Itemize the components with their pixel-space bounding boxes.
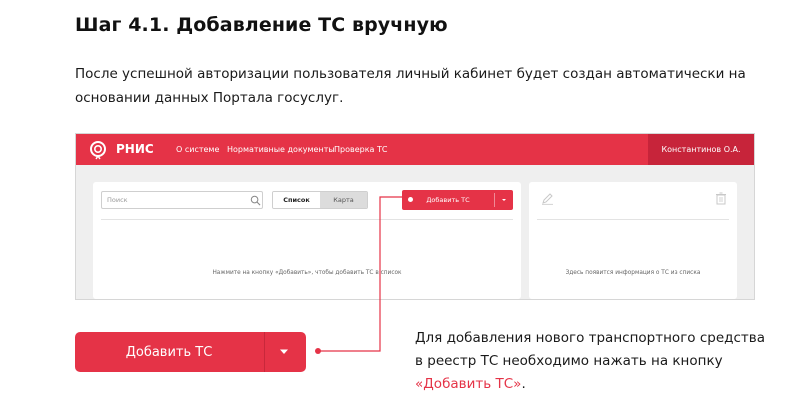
chevron-down-icon[interactable] bbox=[279, 348, 289, 356]
search-placeholder: Поиск bbox=[107, 196, 128, 204]
empty-details-hint: Здесь появится информация о ТС из списка bbox=[565, 270, 701, 276]
top-bar: РНИС О системе Нормативные документы Про… bbox=[76, 134, 754, 165]
tab-list[interactable]: Список bbox=[273, 192, 320, 208]
add-vehicle-button-callout[interactable]: Добавить ТС bbox=[75, 332, 306, 372]
add-vehicle-button[interactable]: Добавить ТС bbox=[402, 190, 513, 210]
note-suffix: . bbox=[521, 376, 526, 392]
note-button-reference: «Добавить ТС» bbox=[415, 376, 522, 392]
user-menu[interactable]: Константинов О.А. bbox=[648, 134, 754, 165]
app-screenshot: РНИС О системе Нормативные документы Про… bbox=[75, 133, 755, 300]
nav-about[interactable]: О системе bbox=[176, 145, 219, 154]
page-title: Шаг 4.1. Добавление ТС вручную bbox=[75, 14, 448, 36]
note-text: Для добавления нового транспортного сред… bbox=[415, 330, 765, 369]
add-vehicle-label: Добавить ТС bbox=[426, 196, 470, 204]
search-input[interactable]: Поиск bbox=[101, 191, 263, 209]
edit-icon[interactable] bbox=[541, 192, 554, 205]
view-toggle: Список Карта bbox=[272, 191, 368, 209]
divider bbox=[537, 219, 729, 220]
vehicle-details-panel: Здесь появится информация о ТС из списка bbox=[529, 182, 737, 299]
logo-icon bbox=[90, 141, 106, 160]
search-icon[interactable] bbox=[250, 195, 261, 206]
button-divider bbox=[494, 193, 495, 207]
nav-check-vehicle[interactable]: Проверка ТС bbox=[334, 145, 387, 154]
tab-map[interactable]: Карта bbox=[320, 192, 367, 208]
nav-documents[interactable]: Нормативные документы bbox=[227, 145, 335, 154]
intro-text: После успешной авторизации пользователя … bbox=[75, 66, 746, 106]
brand-name[interactable]: РНИС bbox=[116, 142, 154, 156]
add-vehicle-label: Добавить ТС bbox=[125, 344, 213, 360]
divider bbox=[101, 219, 513, 220]
instruction-note: Для добавления нового транспортного сред… bbox=[415, 327, 775, 396]
empty-list-hint: Нажмите на кнопку «Добавить», чтобы доба… bbox=[212, 270, 402, 276]
chevron-down-icon[interactable] bbox=[500, 196, 508, 204]
button-divider bbox=[264, 332, 265, 372]
vehicle-list-panel: Поиск Список Карта Добавить ТС Нажмите н… bbox=[93, 182, 521, 299]
trash-icon[interactable] bbox=[715, 192, 727, 205]
